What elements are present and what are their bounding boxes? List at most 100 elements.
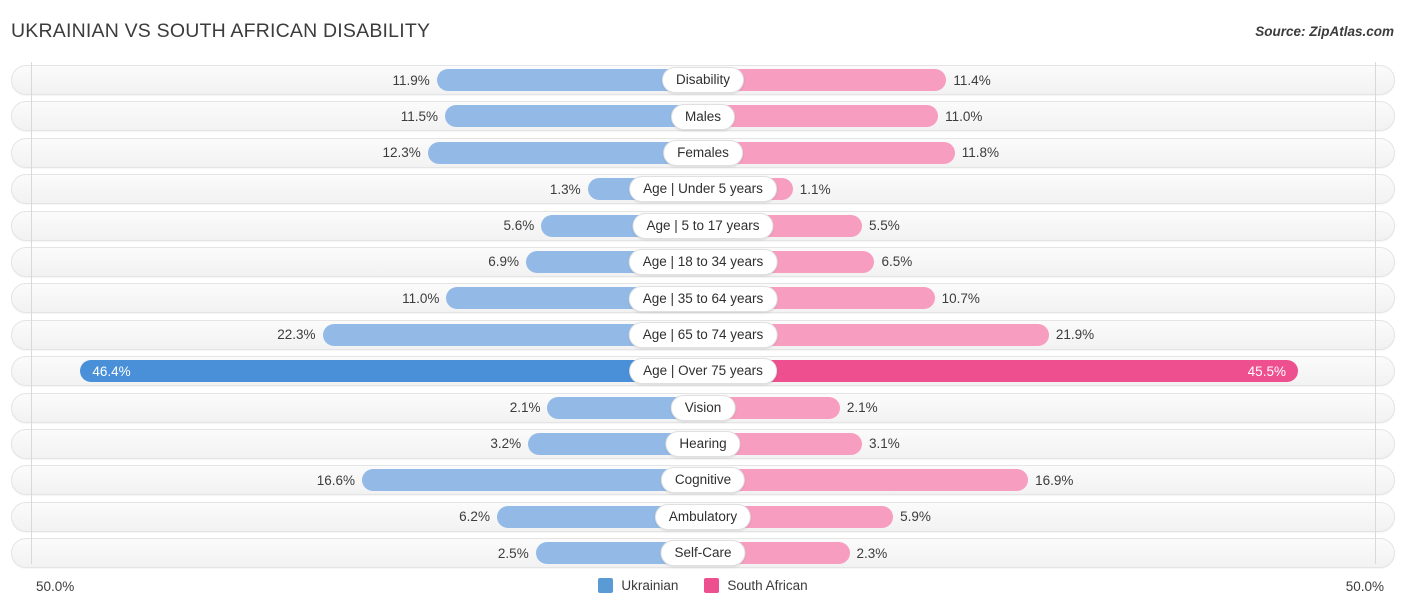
source-attribution: Source: ZipAtlas.com xyxy=(1255,24,1394,39)
category-label: Age | 65 to 74 years xyxy=(629,322,778,348)
left-value-label: 2.5% xyxy=(498,546,529,561)
row-right-half: 10.7% xyxy=(703,283,1395,313)
right-value-label: 10.7% xyxy=(942,291,980,306)
legend-label: South African xyxy=(727,578,807,593)
left-value-label: 11.9% xyxy=(392,73,429,88)
row-right-half: 6.5% xyxy=(703,247,1395,277)
row-left-half: 6.2% xyxy=(11,502,703,532)
right-bar: 45.5% xyxy=(689,360,1298,382)
category-label: Disability xyxy=(662,67,744,93)
right-value-label: 21.9% xyxy=(1056,327,1094,342)
table-row: 2.5% 2.3% Self-Care xyxy=(11,535,1395,571)
table-row: 11.9% 11.4% Disability xyxy=(11,62,1395,98)
row-right-half: 11.8% xyxy=(703,138,1395,168)
row-left-half: 12.3% xyxy=(11,138,703,168)
row-right-half: 45.5% xyxy=(703,356,1395,386)
row-left-half: 2.1% xyxy=(11,393,703,423)
category-label: Females xyxy=(663,140,743,166)
row-left-half: 1.3% xyxy=(11,174,703,204)
legend-item: South African xyxy=(704,578,807,593)
table-row: 5.6% 5.5% Age | 5 to 17 years xyxy=(11,208,1395,244)
page-title: UKRAINIAN VS SOUTH AFRICAN DISABILITY xyxy=(11,20,430,43)
legend-item: Ukrainian xyxy=(598,578,678,593)
left-value-label: 22.3% xyxy=(277,327,315,342)
table-row: 11.0% 10.7% Age | 35 to 64 years xyxy=(11,280,1395,316)
table-row: 3.2% 3.1% Hearing xyxy=(11,426,1395,462)
left-value-label: 6.9% xyxy=(488,254,519,269)
row-left-half: 2.5% xyxy=(11,538,703,568)
right-value-label: 5.9% xyxy=(900,509,931,524)
row-right-half: 5.9% xyxy=(703,502,1395,532)
category-label: Age | 35 to 64 years xyxy=(629,286,778,312)
chart-plot-area: 11.9% 11.4% Disability 11.5% 11.0% Males 12.3%… xyxy=(0,62,1406,572)
category-label: Age | 18 to 34 years xyxy=(629,249,778,275)
table-row: 1.3% 1.1% Age | Under 5 years xyxy=(11,171,1395,207)
row-left-half: 11.5% xyxy=(11,101,703,131)
category-label: Ambulatory xyxy=(655,504,751,530)
left-value-label: 3.2% xyxy=(490,436,521,451)
row-left-half: 22.3% xyxy=(11,320,703,350)
chart-legend: Ukrainian South African xyxy=(0,578,1406,593)
category-label: Hearing xyxy=(665,431,740,457)
right-value-label: 16.9% xyxy=(1035,473,1073,488)
left-value-label: 16.6% xyxy=(317,473,355,488)
chart-page: UKRAINIAN VS SOUTH AFRICAN DISABILITY So… xyxy=(0,0,1406,612)
legend-swatch-icon xyxy=(704,578,719,593)
table-row: 6.2% 5.9% Ambulatory xyxy=(11,499,1395,535)
right-value-label: 11.0% xyxy=(945,109,982,124)
table-row: 11.5% 11.0% Males xyxy=(11,98,1395,134)
right-value-label: 2.1% xyxy=(847,400,878,415)
table-row: 6.9% 6.5% Age | 18 to 34 years xyxy=(11,244,1395,280)
right-value-label: 45.5% xyxy=(1248,360,1286,382)
left-bar: 46.4% xyxy=(80,360,717,382)
right-value-label: 6.5% xyxy=(881,254,912,269)
row-right-half: 2.3% xyxy=(703,538,1395,568)
left-value-label: 11.5% xyxy=(401,109,438,124)
table-row: 46.4% 45.5% Age | Over 75 years xyxy=(11,353,1395,389)
row-left-half: 6.9% xyxy=(11,247,703,277)
row-right-half: 11.0% xyxy=(703,101,1395,131)
table-row: 16.6% 16.9% Cognitive xyxy=(11,462,1395,498)
left-value-label: 2.1% xyxy=(510,400,541,415)
left-value-label: 6.2% xyxy=(459,509,490,524)
row-right-half: 1.1% xyxy=(703,174,1395,204)
category-label: Self-Care xyxy=(660,540,745,566)
category-label: Age | Over 75 years xyxy=(629,358,777,384)
row-left-half: 11.0% xyxy=(11,283,703,313)
row-right-half: 11.4% xyxy=(703,65,1395,95)
row-left-half: 5.6% xyxy=(11,211,703,241)
left-value-label: 11.0% xyxy=(402,291,439,306)
chart-rows: 11.9% 11.4% Disability 11.5% 11.0% Males 12.3%… xyxy=(11,62,1395,571)
legend-label: Ukrainian xyxy=(621,578,678,593)
right-value-label: 1.1% xyxy=(800,182,831,197)
legend-swatch-icon xyxy=(598,578,613,593)
right-value-label: 3.1% xyxy=(869,436,900,451)
left-value-label: 12.3% xyxy=(382,145,420,160)
row-left-half: 16.6% xyxy=(11,465,703,495)
category-label: Age | Under 5 years xyxy=(629,176,777,202)
chart-header: UKRAINIAN VS SOUTH AFRICAN DISABILITY So… xyxy=(0,0,1406,56)
left-value-label: 5.6% xyxy=(503,218,534,233)
table-row: 2.1% 2.1% Vision xyxy=(11,390,1395,426)
category-label: Cognitive xyxy=(661,467,745,493)
category-label: Vision xyxy=(671,395,736,421)
table-row: 12.3% 11.8% Females xyxy=(11,135,1395,171)
row-left-half: 3.2% xyxy=(11,429,703,459)
row-right-half: 5.5% xyxy=(703,211,1395,241)
row-left-half: 11.9% xyxy=(11,65,703,95)
row-left-half: 46.4% xyxy=(11,356,703,386)
right-value-label: 11.8% xyxy=(962,145,999,160)
left-value-label: 46.4% xyxy=(92,360,130,382)
left-value-label: 1.3% xyxy=(550,182,581,197)
row-right-half: 21.9% xyxy=(703,320,1395,350)
category-label: Males xyxy=(671,104,735,130)
row-right-half: 2.1% xyxy=(703,393,1395,423)
chart-footer: 50.0% 50.0% UkrainianSouth African xyxy=(0,574,1406,604)
right-value-label: 11.4% xyxy=(953,73,990,88)
category-label: Age | 5 to 17 years xyxy=(632,213,773,239)
table-row: 22.3% 21.9% Age | 65 to 74 years xyxy=(11,317,1395,353)
right-value-label: 2.3% xyxy=(857,546,888,561)
row-right-half: 16.9% xyxy=(703,465,1395,495)
row-right-half: 3.1% xyxy=(703,429,1395,459)
right-value-label: 5.5% xyxy=(869,218,900,233)
